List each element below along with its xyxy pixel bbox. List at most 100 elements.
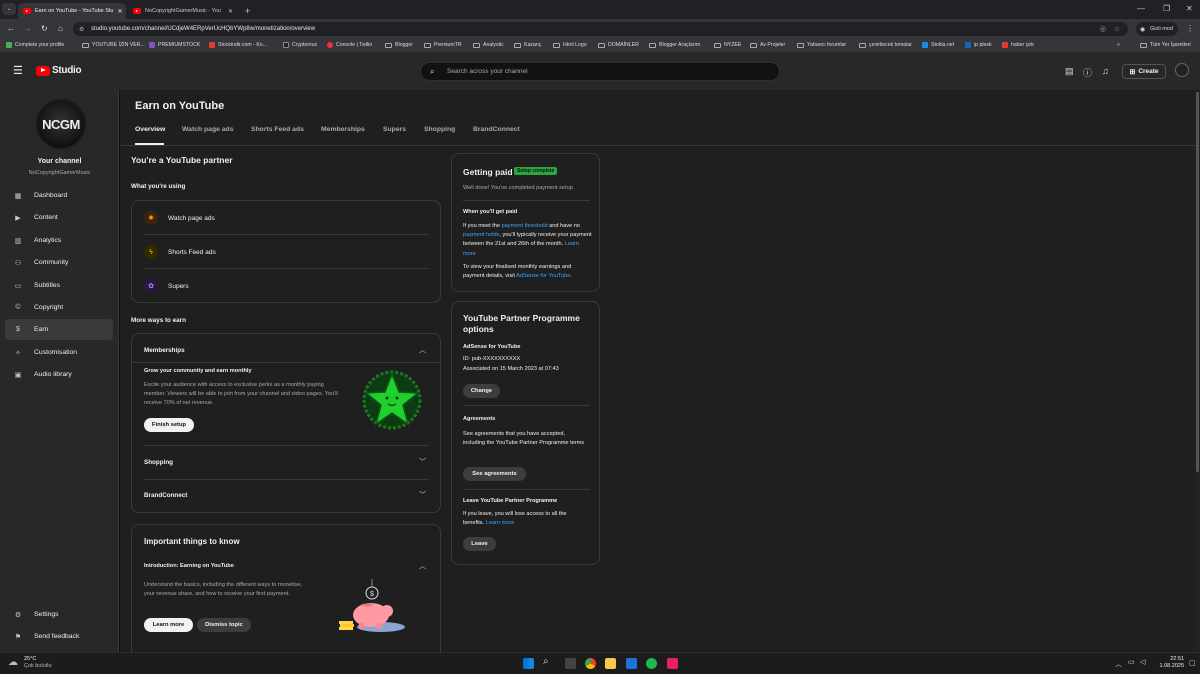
close-tab-icon[interactable]: ✕ xyxy=(114,8,123,15)
bookmark-item[interactable]: PremiumTR xyxy=(424,42,462,48)
site-info-icon[interactable]: ⚙ xyxy=(79,26,84,33)
new-tab-button[interactable]: + xyxy=(240,3,254,19)
bookmark-item[interactable]: Stokla.net xyxy=(922,42,954,48)
messages-icon[interactable]: ▤ xyxy=(1065,66,1074,77)
shopping-title[interactable]: Shopping xyxy=(144,459,173,466)
bookmark-item[interactable]: çevirilecek temalar xyxy=(859,42,912,48)
bookmark-item[interactable]: Analystic xyxy=(473,42,504,48)
bookmark-item[interactable]: Stockindir.com - Ko... xyxy=(209,42,267,48)
bookmark-item[interactable]: Cryptomus xyxy=(283,42,317,48)
memberships-title[interactable]: Memberships xyxy=(144,347,185,354)
intro-title[interactable]: Introduction: Earning on YouTube xyxy=(144,562,234,571)
chrome-icon[interactable] xyxy=(585,658,596,669)
sidebar-item-dashboard[interactable]: ▦ Dashboard xyxy=(5,185,113,206)
change-button[interactable]: Change xyxy=(463,384,500,398)
eye-off-icon[interactable]: ◎ xyxy=(1100,25,1106,33)
bookmark-item[interactable]: Av Projeler xyxy=(750,42,785,48)
app-icon[interactable] xyxy=(667,658,678,669)
close-window-icon[interactable]: ✕ xyxy=(1186,4,1193,13)
incognito-indicator[interactable]: ◉ Gizli mod xyxy=(1136,22,1178,36)
file-explorer-icon[interactable] xyxy=(605,658,616,669)
adsense-link[interactable]: AdSense for YouTube xyxy=(516,273,570,279)
task-view-icon[interactable] xyxy=(565,658,576,669)
bookmark-item[interactable]: Kazanç xyxy=(514,42,541,48)
tab-shopping[interactable]: Shopping xyxy=(424,126,455,133)
spotify-icon[interactable] xyxy=(646,658,657,669)
create-button[interactable]: ⊞ Create xyxy=(1122,64,1166,79)
bookmark-item[interactable]: Yabancı forumlar xyxy=(797,42,846,48)
sidebar-item-customisation[interactable]: ✧ Customisation xyxy=(5,342,113,363)
tab-channel-page[interactable]: NoCopyrightGamerMusic - You ✕ xyxy=(128,3,238,19)
sidebar-item-analytics[interactable]: ▥ Analytics xyxy=(5,230,113,251)
brandconnect-title[interactable]: BrandConnect xyxy=(144,492,187,499)
sidebar-item-earn[interactable]: $ Earn xyxy=(5,319,113,340)
bookmark-star-icon[interactable]: ☆ xyxy=(1114,25,1120,33)
finish-setup-button[interactable]: Finish setup xyxy=(144,418,194,432)
tray-overflow-icon[interactable]: ︿ xyxy=(1115,659,1122,669)
tab-earn-on-youtube[interactable]: Earn on YouTube - YouTube Stu ✕ xyxy=(18,3,126,19)
address-bar[interactable]: ⚙ studio.youtube.com/channel/UCdjeW4ERpV… xyxy=(73,22,1128,36)
tab-memberships[interactable]: Memberships xyxy=(321,126,365,133)
bookmark-item[interactable]: Complete your profile xyxy=(6,42,64,48)
page-scrollbar[interactable] xyxy=(1195,90,1200,652)
bookmark-item[interactable]: Console | Twilio xyxy=(327,42,372,48)
forward-icon[interactable]: → xyxy=(24,24,32,33)
bookmarks-overflow-icon[interactable]: » xyxy=(1117,42,1120,48)
tab-watch-page-ads[interactable]: Watch page ads xyxy=(182,126,234,133)
using-item-watch-page-ads[interactable]: ✹ Watch page ads xyxy=(144,210,429,226)
channel-avatar[interactable]: NCGM xyxy=(35,98,87,150)
leave-button[interactable]: Leave xyxy=(463,537,496,551)
sidebar-item-content[interactable]: ▶ Content xyxy=(5,207,113,228)
hamburger-menu-icon[interactable]: ☰ xyxy=(13,64,23,77)
sidebar-item-subtitles[interactable]: ▭ Subtitles xyxy=(5,275,113,296)
dismiss-topic-button[interactable]: Dismiss topic xyxy=(197,618,251,632)
help-icon[interactable]: ⓘ xyxy=(1083,66,1092,79)
chevron-down-icon[interactable]: ﹀ xyxy=(419,490,426,500)
using-item-shorts-feed-ads[interactable]: ϟ Shorts Feed ads xyxy=(144,244,429,260)
using-item-supers[interactable]: ✿ Supers xyxy=(144,278,429,294)
home-icon[interactable]: ⌂ xyxy=(58,24,63,33)
learn-more-button[interactable]: Learn more xyxy=(144,618,193,632)
bookmark-item[interactable]: Html Logo xyxy=(553,42,587,48)
studio-logo[interactable]: Studio xyxy=(36,65,82,76)
chevron-up-icon[interactable]: ︿ xyxy=(419,345,426,355)
bookmark-item[interactable]: DOMAİNLER xyxy=(598,42,639,48)
volume-icon[interactable]: ◁ xyxy=(1140,658,1145,666)
bookmark-item[interactable]: haber çek xyxy=(1002,42,1034,48)
chevron-down-icon[interactable]: ﹀ xyxy=(419,457,426,467)
bookmark-item[interactable]: Blogger xyxy=(385,42,413,48)
bookmark-item[interactable]: PREMIUMSTOCK xyxy=(149,42,200,48)
sidebar-item-audio-library[interactable]: ▣ Audio library xyxy=(5,364,113,385)
tab-supers[interactable]: Supers xyxy=(383,126,406,133)
search-input[interactable]: ⌕ Search across your channel xyxy=(420,62,780,81)
sidebar-item-copyright[interactable]: © Copyright xyxy=(5,297,113,318)
close-tab-icon[interactable]: ✕ xyxy=(224,8,233,15)
leave-learn-more-link[interactable]: Learn more xyxy=(486,520,515,526)
bookmark-item[interactable]: ip plesk xyxy=(965,42,992,48)
account-avatar[interactable] xyxy=(1175,63,1189,77)
bookmark-item[interactable]: NYZEE xyxy=(714,42,741,48)
payment-holds-link[interactable]: payment holds xyxy=(463,232,499,238)
network-icon[interactable]: ▭ xyxy=(1128,658,1135,666)
tab-search-button[interactable]: ⌄ xyxy=(2,3,16,15)
back-icon[interactable]: ← xyxy=(7,24,15,33)
weather-widget[interactable]: 25°C Çok bulutlu xyxy=(24,656,52,670)
bookmark-item[interactable]: YOUTUBE İZİN VER... xyxy=(82,42,145,48)
minimize-icon[interactable]: — xyxy=(1137,4,1145,13)
tab-brandconnect[interactable]: BrandConnect xyxy=(473,126,520,133)
tab-shorts-feed-ads[interactable]: Shorts Feed ads xyxy=(251,126,304,133)
store-icon[interactable] xyxy=(626,658,637,669)
clock[interactable]: 22:51 1.08.2025 xyxy=(1156,656,1184,670)
notifications-bell-icon[interactable]: ♫ xyxy=(1102,66,1109,76)
restore-icon[interactable]: ❐ xyxy=(1163,4,1170,13)
tab-overview[interactable]: Overview xyxy=(135,126,165,133)
reload-icon[interactable]: ↻ xyxy=(41,24,48,33)
sidebar-item-settings[interactable]: ⚙ Settings xyxy=(5,604,113,625)
all-bookmarks[interactable]: Tüm Yer İşaretleri xyxy=(1140,42,1191,48)
scrollbar-thumb[interactable] xyxy=(1196,92,1199,472)
payment-threshold-link[interactable]: payment threshold xyxy=(502,223,548,229)
sidebar-item-community[interactable]: ⚇ Community xyxy=(5,252,113,273)
windows-start-icon[interactable] xyxy=(523,658,534,669)
sidebar-item-send-feedback[interactable]: ⚑ Send feedback xyxy=(5,626,113,647)
search-icon[interactable]: ⌕ xyxy=(543,656,554,667)
